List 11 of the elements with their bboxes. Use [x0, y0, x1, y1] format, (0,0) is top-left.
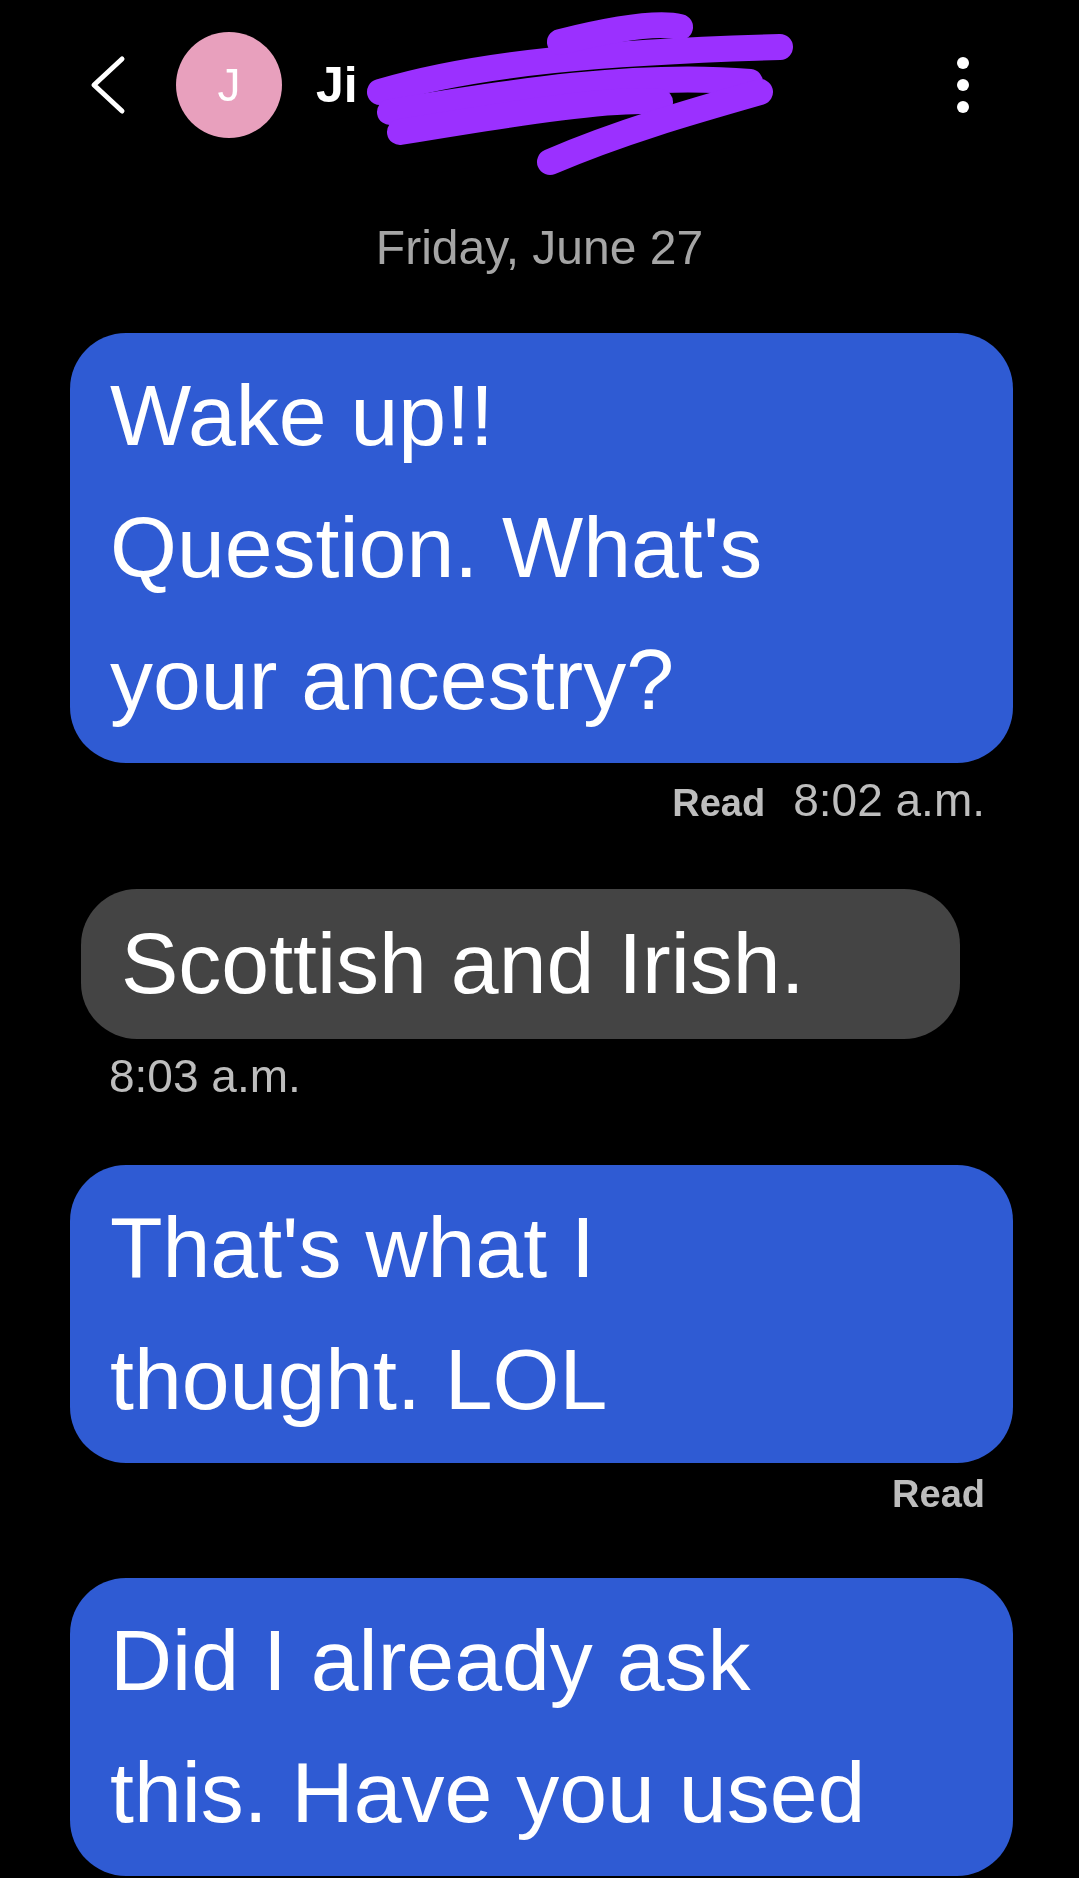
read-status: Read	[892, 1473, 985, 1516]
message-bubble[interactable]: Wake up!! Question. What's your ancestry?	[70, 333, 1013, 763]
message-time: 8:03 a.m.	[109, 1049, 301, 1103]
message-bubble[interactable]: Scottish and Irish.	[81, 889, 960, 1039]
more-options-icon[interactable]	[956, 55, 970, 115]
message-time: 8:02 a.m.	[793, 773, 985, 827]
contact-name: Ji	[316, 56, 358, 114]
read-status: Read	[672, 782, 766, 825]
message-bubble[interactable]: That's what I thought. LOL	[70, 1165, 1013, 1463]
date-divider: Friday, June 27	[374, 220, 705, 275]
message-bubble[interactable]: Did I already ask this. Have you used	[70, 1578, 1013, 1876]
